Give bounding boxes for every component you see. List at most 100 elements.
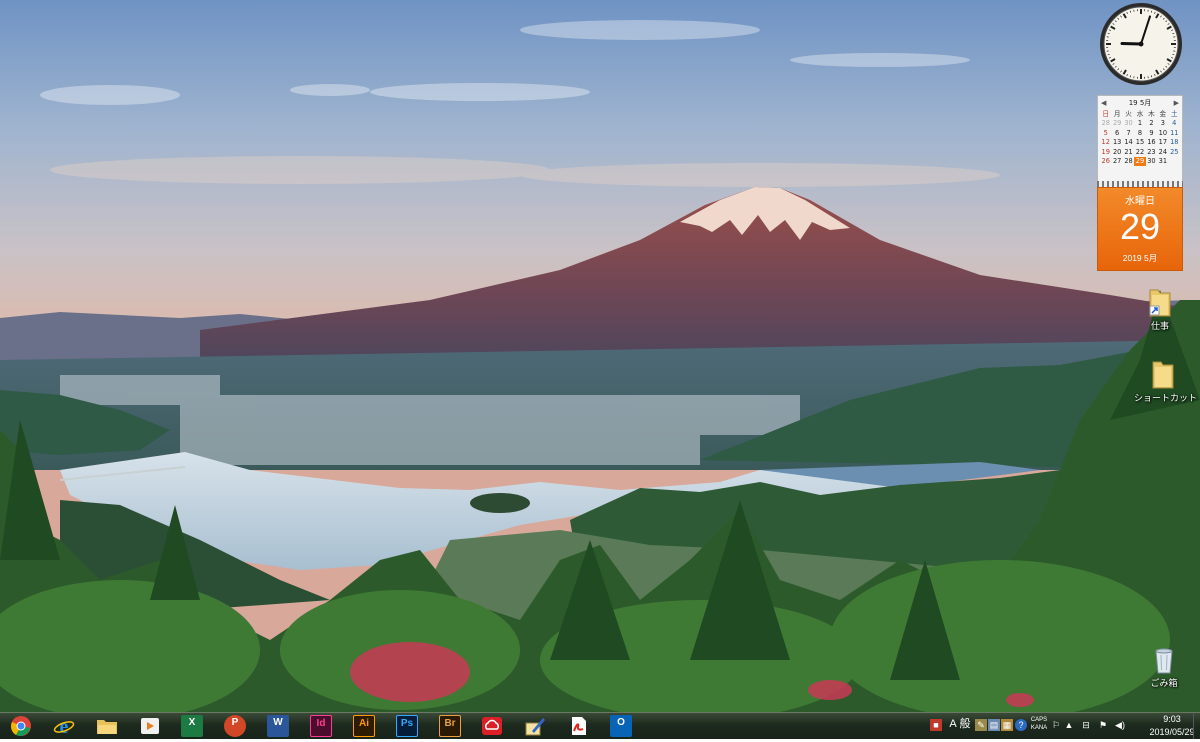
illustrator-icon-letters: Ai bbox=[359, 718, 369, 729]
svg-text:e: e bbox=[60, 716, 69, 737]
taskbar-clock[interactable]: 9:03 2019/05/29 bbox=[1147, 713, 1197, 738]
ime-options-icon[interactable]: ⚐ bbox=[1050, 719, 1062, 731]
excel-icon-letter: X bbox=[189, 717, 196, 728]
internet-explorer-icon[interactable]: e bbox=[53, 715, 75, 737]
calendar-gadget[interactable]: ◀ 19 5月 ▶ 日月火水木金土28293012345678910111213… bbox=[1097, 95, 1183, 275]
file-explorer-icon[interactable] bbox=[96, 715, 118, 737]
calendar-date-cell[interactable]: 11 bbox=[1169, 129, 1180, 138]
calendar-date-cell[interactable]: 26 bbox=[1100, 157, 1111, 166]
show-desktop-button[interactable] bbox=[1193, 713, 1200, 739]
calendar-weekday-header: 金 bbox=[1157, 110, 1168, 119]
ime-tool-icon[interactable]: ✎ bbox=[975, 719, 987, 731]
calendar-weekday-header: 水 bbox=[1134, 110, 1145, 119]
calendar-date-cell[interactable]: 15 bbox=[1134, 138, 1145, 147]
network-icon[interactable]: ⊟ bbox=[1080, 719, 1092, 731]
outlook-icon[interactable]: O bbox=[610, 715, 632, 737]
calendar-date-cell[interactable]: 2 bbox=[1146, 119, 1157, 128]
calendar-date-cell[interactable] bbox=[1169, 157, 1180, 166]
calendar-weekday-header: 木 bbox=[1146, 110, 1157, 119]
calendar-date-cell[interactable]: 4 bbox=[1169, 119, 1180, 128]
calendar-day-view: 水曜日 29 2019 5月 bbox=[1097, 187, 1183, 271]
calendar-next-button[interactable]: ▶ bbox=[1174, 96, 1179, 110]
indesign-icon-letters: Id bbox=[317, 718, 326, 729]
show-hidden-icons-button[interactable]: ▲ bbox=[1063, 719, 1075, 731]
excel-icon[interactable]: X bbox=[181, 715, 203, 737]
calendar-weekday-header: 日 bbox=[1100, 110, 1111, 119]
creative-cloud-icon[interactable] bbox=[481, 715, 503, 737]
media-player-icon[interactable] bbox=[139, 715, 161, 737]
desktop-wallpaper bbox=[0, 0, 1200, 712]
system-tray: ■ A 般 ✎ ▤ ▦ ? CAPS KANA ⚐ ▲ ⊟ ⚑ ◀) 9:03 … bbox=[925, 713, 1200, 739]
calendar-date-cell[interactable]: 16 bbox=[1146, 138, 1157, 147]
calendar-date-cell[interactable]: 17 bbox=[1157, 138, 1168, 147]
calendar-date-cell[interactable]: 30 bbox=[1123, 119, 1134, 128]
calendar-date-cell[interactable]: 27 bbox=[1111, 157, 1122, 166]
ime-dictionary-icon[interactable]: ▤ bbox=[988, 719, 1000, 731]
calendar-date-cell[interactable]: 5 bbox=[1100, 129, 1111, 138]
calendar-date-cell[interactable]: 13 bbox=[1111, 138, 1122, 147]
calendar-weekday: 水曜日 bbox=[1098, 192, 1182, 207]
volume-icon[interactable]: ◀) bbox=[1114, 719, 1126, 731]
calendar-date-cell[interactable]: 3 bbox=[1157, 119, 1168, 128]
desktop-icon-label: ショートカット bbox=[1134, 391, 1192, 404]
calendar-date-cell[interactable]: 20 bbox=[1111, 148, 1122, 157]
calendar-weekday-header: 土 bbox=[1169, 110, 1180, 119]
calendar-date-cell[interactable]: 12 bbox=[1100, 138, 1111, 147]
desktop-icon-recycle-bin[interactable]: ごみ箱 bbox=[1136, 645, 1192, 689]
calendar-date-cell[interactable]: 28 bbox=[1100, 119, 1111, 128]
photoshop-icon[interactable]: Ps bbox=[396, 715, 418, 737]
calendar-date-cell[interactable]: 1 bbox=[1134, 119, 1145, 128]
calendar-month-view: ◀ 19 5月 ▶ 日月火水木金土28293012345678910111213… bbox=[1097, 95, 1183, 183]
folder-shortcut-icon bbox=[1147, 286, 1173, 318]
calendar-date-cell[interactable]: 8 bbox=[1134, 129, 1145, 138]
bridge-icon[interactable]: Br bbox=[439, 715, 461, 737]
calendar-month-label: 19 5月 bbox=[1129, 99, 1152, 107]
calendar-date-cell[interactable]: 31 bbox=[1157, 157, 1168, 166]
desktop-icon-shortcut[interactable]: ショートカット bbox=[1134, 358, 1192, 404]
help-icon[interactable]: ? bbox=[1015, 719, 1027, 731]
calendar-date-cell[interactable]: 10 bbox=[1157, 129, 1168, 138]
calendar-date-cell[interactable]: 23 bbox=[1146, 148, 1157, 157]
calendar-date-cell[interactable]: 19 bbox=[1100, 148, 1111, 157]
calendar-date-cell[interactable]: 29 bbox=[1111, 119, 1122, 128]
ime-kanji-indicator[interactable]: 般 bbox=[959, 718, 971, 730]
calendar-date-cell[interactable]: 14 bbox=[1123, 138, 1134, 147]
indesign-icon[interactable]: Id bbox=[310, 715, 332, 737]
calendar-prev-button[interactable]: ◀ bbox=[1101, 96, 1106, 110]
desktop-icon-label: 仕事 bbox=[1132, 319, 1188, 332]
calendar-date-cell[interactable]: 30 bbox=[1146, 157, 1157, 166]
acrobat-icon[interactable] bbox=[567, 715, 589, 737]
kana-indicator: KANA bbox=[1029, 724, 1049, 736]
powerpoint-icon[interactable]: P bbox=[224, 715, 246, 737]
calendar-date-cell[interactable]: 6 bbox=[1111, 129, 1122, 138]
calendar-date-cell[interactable]: 21 bbox=[1123, 148, 1134, 157]
desktop-icon-shigoto[interactable]: 仕事 bbox=[1132, 286, 1188, 332]
calendar-date-cell[interactable]: 7 bbox=[1123, 129, 1134, 138]
calendar-weekday-header: 月 bbox=[1111, 110, 1122, 119]
calendar-date-cell[interactable]: 22 bbox=[1134, 148, 1145, 157]
calendar-day-number: 29 bbox=[1098, 207, 1182, 247]
outlook-icon-letter: O bbox=[617, 717, 625, 728]
photoshop-icon-letters: Ps bbox=[401, 718, 413, 729]
word-icon[interactable]: W bbox=[267, 715, 289, 737]
calendar-header: ◀ 19 5月 ▶ bbox=[1098, 96, 1182, 110]
notification-icon[interactable]: ■ bbox=[930, 719, 942, 731]
calendar-weekday-header: 火 bbox=[1123, 110, 1134, 119]
calendar-date-cell[interactable]: 9 bbox=[1146, 129, 1157, 138]
chrome-icon[interactable] bbox=[10, 715, 32, 737]
calendar-date-cell[interactable]: 29 bbox=[1134, 157, 1145, 166]
calendar-date-cell[interactable]: 28 bbox=[1123, 157, 1134, 166]
illustrator-icon[interactable]: Ai bbox=[353, 715, 375, 737]
calendar-date-cell[interactable]: 25 bbox=[1169, 148, 1180, 157]
taskbar-time: 9:03 bbox=[1147, 713, 1197, 726]
recycle-bin-icon bbox=[1151, 645, 1177, 675]
clock-gadget[interactable] bbox=[1097, 1, 1185, 87]
ime-tool2-icon[interactable]: ▦ bbox=[1001, 719, 1013, 731]
powerpoint-icon-letter: P bbox=[232, 717, 239, 728]
action-center-flag-icon[interactable]: ⚑ bbox=[1097, 719, 1109, 731]
paint-tool-icon[interactable] bbox=[524, 715, 546, 737]
calendar-date-cell[interactable]: 24 bbox=[1157, 148, 1168, 157]
calendar-date-cell[interactable]: 18 bbox=[1169, 138, 1180, 147]
ime-mode-indicator[interactable]: A bbox=[947, 718, 959, 730]
calendar-year-month: 2019 5月 bbox=[1098, 252, 1182, 264]
